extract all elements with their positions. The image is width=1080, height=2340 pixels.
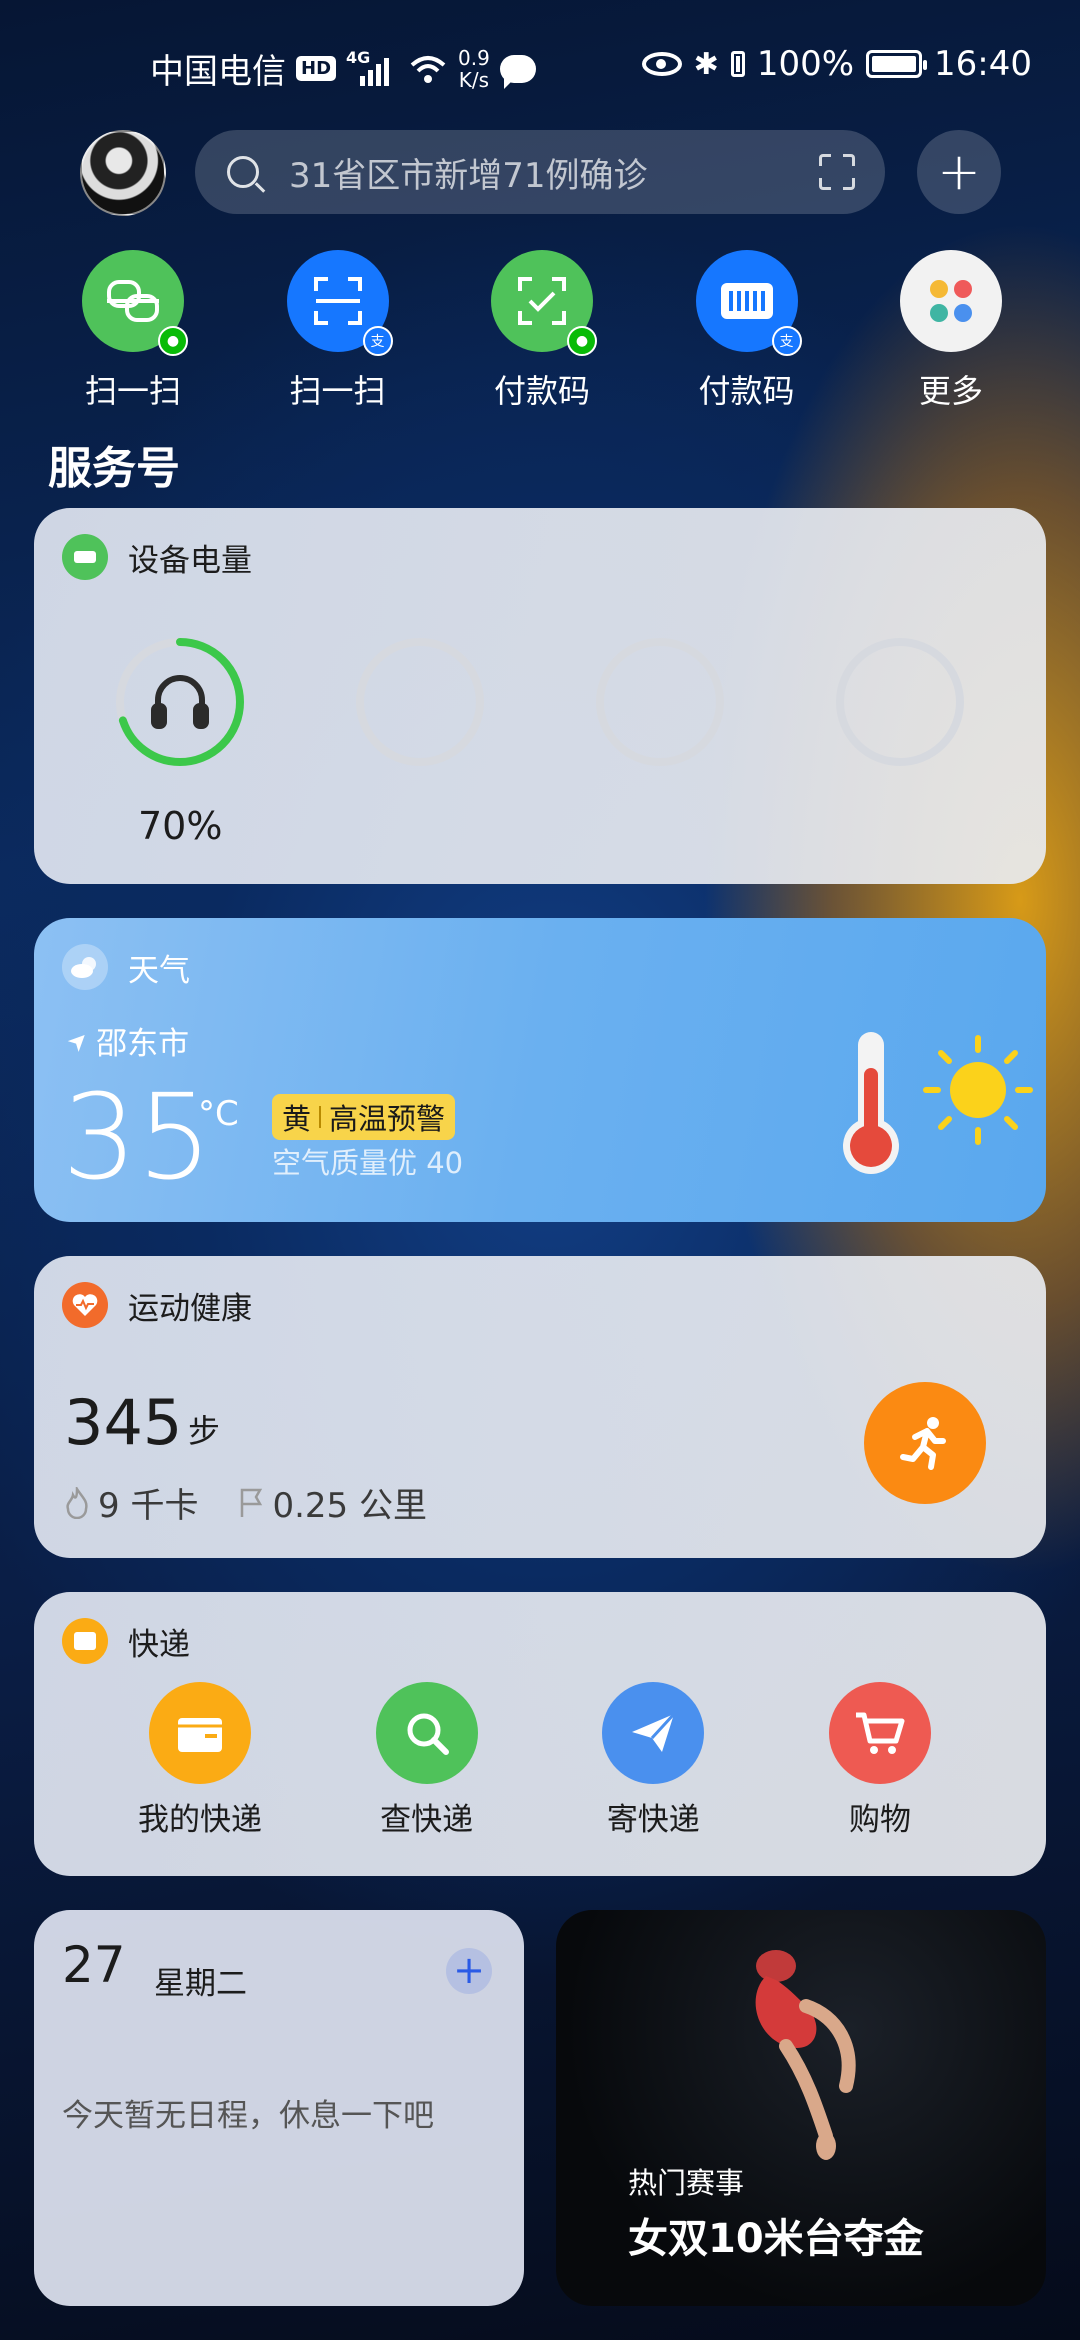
running-icon — [900, 1417, 946, 1470]
alipay-badge-icon: 支 — [771, 326, 802, 356]
wifi-icon — [410, 55, 446, 83]
temperature: 35 — [62, 1068, 213, 1206]
weather-card[interactable]: 天气 ➤ 邵东市 35 °C 黄 高温预警 空气质量优 40 — [34, 918, 1046, 1222]
temperature-unit: °C — [198, 1094, 239, 1134]
location-name: 邵东市 — [96, 1026, 190, 1062]
empty-device-slot[interactable] — [834, 636, 966, 768]
search-package-icon — [375, 1682, 478, 1784]
empty-device-slot[interactable] — [354, 636, 486, 768]
flag-icon — [241, 1488, 263, 1517]
quick-action-label: 付款码 — [698, 372, 795, 410]
battery-card-icon — [62, 534, 108, 580]
alipay-pay-code-icon: 支 — [695, 250, 802, 356]
quick-actions: ● 扫一扫 支 扫一扫 ● 付款码 支 付款码 更多 — [48, 250, 1036, 412]
track-express-button[interactable]: 查快递 — [327, 1682, 527, 1839]
warning-text: 高温预警 — [329, 1102, 446, 1136]
location: ➤ 邵东市 — [61, 1018, 190, 1063]
diver-image — [755, 1950, 856, 2160]
air-quality: 空气质量优 40 — [272, 1146, 464, 1180]
headphones-icon — [151, 675, 209, 729]
express-label: 我的快递 — [138, 1802, 262, 1838]
add-button[interactable]: + — [917, 130, 1001, 214]
calendar-empty-text: 今天暂无日程，休息一下吧 — [62, 2098, 434, 2134]
express-label: 查快递 — [380, 1802, 474, 1838]
add-event-button[interactable]: + — [446, 1948, 492, 1994]
card-title: 天气 — [128, 952, 190, 989]
card-title: 设备电量 — [128, 542, 252, 579]
quick-action-label: 扫一扫 — [289, 372, 386, 410]
carrier-label: 中国电信 — [150, 52, 286, 92]
quick-action-label: 付款码 — [493, 372, 590, 410]
quick-action-label: 扫一扫 — [84, 372, 181, 410]
search-icon — [227, 156, 259, 188]
search-input[interactable]: 31省区市新增71例确诊 — [289, 148, 648, 197]
device-battery-percent: 70% — [138, 804, 223, 848]
avatar[interactable] — [80, 130, 166, 216]
quick-action-wechat-scan[interactable]: ● 扫一扫 — [48, 250, 218, 412]
more-apps-icon — [900, 250, 1002, 352]
shopping-cart-icon — [828, 1682, 931, 1784]
card-title: 运动健康 — [128, 1290, 252, 1327]
hd-badge: HD — [296, 56, 337, 81]
device-battery-ring — [116, 638, 244, 766]
express-label: 寄快递 — [606, 1802, 700, 1838]
step-unit: 步 — [188, 1412, 221, 1450]
flame-icon — [66, 1486, 88, 1519]
battery-percent: 100% — [756, 44, 855, 84]
status-bar: 中国电信 HD 4G 0.9 K/s ✱ 100% 16:40 — [0, 0, 1080, 130]
eye-comfort-icon — [641, 52, 682, 76]
scan-icon[interactable] — [819, 154, 855, 190]
section-title: 服务号 — [48, 443, 180, 494]
battery-icon — [866, 50, 928, 78]
bluetooth-icon: ✱ — [693, 46, 719, 82]
location-arrow-icon: ➤ — [61, 1023, 96, 1058]
hot-event-title: 女双10米台夺金 — [628, 2216, 924, 2262]
sun-icon — [923, 1035, 1033, 1145]
heart-pulse-icon — [62, 1282, 108, 1328]
hot-event-subtitle: 热门赛事 — [628, 2166, 745, 2200]
distance: 0.25 公里 — [272, 1486, 427, 1526]
cellular-signal-icon: 4G — [346, 48, 398, 86]
package-icon — [149, 1682, 251, 1784]
calendar-card[interactable]: 27 星期二 + 今天暂无日程，休息一下吧 — [34, 1910, 524, 2306]
weather-warning-badge[interactable]: 黄 高温预警 — [272, 1094, 456, 1140]
hot-event-card[interactable]: 热门赛事 女双10米台夺金 — [556, 1910, 1046, 2306]
my-express-button[interactable]: 我的快递 — [100, 1682, 300, 1839]
alipay-badge-icon: 支 — [362, 326, 393, 356]
express-card[interactable]: 快递 我的快递 查快递 寄快递 购物 — [34, 1592, 1046, 1876]
wechat-badge-icon: ● — [158, 326, 188, 356]
quick-action-more[interactable]: 更多 — [866, 250, 1036, 412]
quick-action-label: 更多 — [918, 372, 983, 410]
card-title: 快递 — [128, 1626, 190, 1663]
network-speed: 0.9 K/s — [458, 45, 490, 92]
warning-level: 黄 — [282, 1102, 312, 1136]
quick-action-alipay-scan[interactable]: 支 扫一扫 — [253, 250, 423, 412]
clock: 16:40 — [934, 44, 1032, 84]
send-express-button[interactable]: 寄快递 — [553, 1682, 753, 1839]
quick-action-alipay-pay[interactable]: 支 付款码 — [662, 250, 832, 412]
device-battery-card[interactable]: 设备电量 70% — [34, 508, 1046, 884]
express-card-icon — [62, 1618, 108, 1664]
wechat-scan-icon: ● — [82, 250, 188, 356]
shopping-button[interactable]: 购物 — [780, 1682, 980, 1839]
thermometer-icon — [843, 1032, 899, 1174]
search-bar[interactable]: 31省区市新增71例确诊 — [195, 130, 885, 214]
express-label: 购物 — [848, 1802, 911, 1838]
alipay-scan-icon: 支 — [286, 250, 393, 356]
start-workout-button[interactable] — [864, 1382, 986, 1504]
cloud-sun-icon — [62, 944, 108, 990]
calendar-weekday: 星期二 — [154, 1966, 247, 2002]
quick-action-wechat-pay[interactable]: ● 付款码 — [457, 250, 627, 412]
send-plane-icon — [602, 1682, 705, 1784]
calendar-day: 27 — [62, 1936, 126, 1994]
calories: 9 千卡 — [98, 1486, 199, 1526]
device-battery-icon — [730, 51, 745, 77]
wechat-pay-code-icon: ● — [491, 250, 597, 356]
empty-device-slot[interactable] — [594, 636, 726, 768]
step-count: 345 — [64, 1386, 183, 1459]
wechat-badge-icon: ● — [567, 326, 597, 356]
health-card[interactable]: 运动健康 345 步 9 千卡 0.25 公里 — [34, 1256, 1046, 1558]
message-notification-icon — [499, 54, 536, 89]
